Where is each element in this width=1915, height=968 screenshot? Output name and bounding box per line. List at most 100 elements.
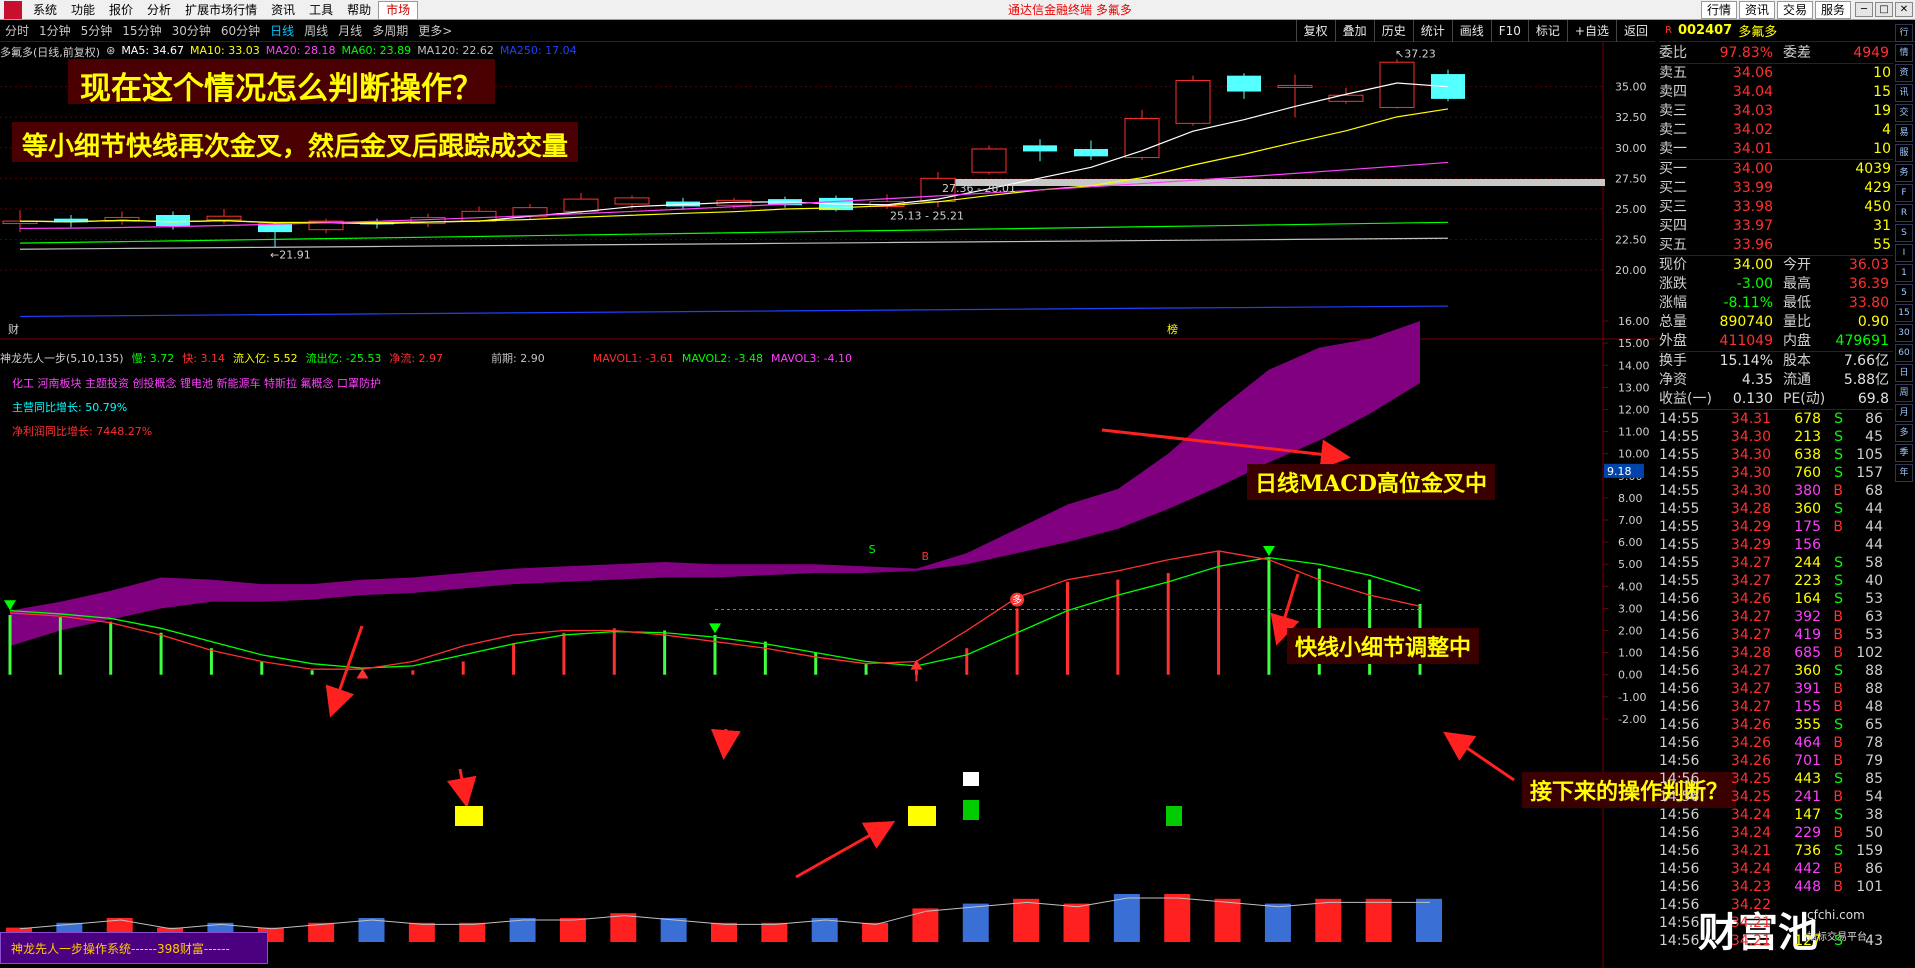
period-tab-10[interactable]: 更多> <box>413 22 457 39</box>
tick-count: 53 <box>1865 627 1883 643</box>
bids-row[interactable]: 买二 33.99 429 <box>1659 179 1893 198</box>
bids-row[interactable]: 买一 34.00 4039 <box>1659 160 1893 179</box>
tick-row: 14:56 34.22 <box>1659 896 1893 914</box>
asks-row[interactable]: 卖五 34.06 10 <box>1659 64 1893 83</box>
side-icon-7[interactable]: 务 <box>1895 164 1913 182</box>
side-icon-11[interactable]: I <box>1895 244 1913 262</box>
menu-item-6[interactable]: 工具 <box>302 0 340 20</box>
tick-side: S <box>1834 411 1843 427</box>
indicator-tab[interactable]: 神龙先人一步操作系统------398财富------ <box>0 932 268 964</box>
side-icon-21[interactable]: 季 <box>1895 444 1913 462</box>
tool-button-0[interactable]: 复权 <box>1295 20 1335 42</box>
tick-time: 14:56 <box>1659 843 1700 859</box>
period-tab-1[interactable]: 1分钟 <box>34 22 76 39</box>
tick-list[interactable]: 14:55 34.31 678 S 86 14:55 34.30 213 S 45 14:55 34.… <box>1659 410 1893 950</box>
bids-row[interactable]: 买三 33.98 450 <box>1659 198 1893 217</box>
side-icon-14[interactable]: 15 <box>1895 304 1913 322</box>
tool-button-2[interactable]: 历史 <box>1373 20 1413 42</box>
period-tab-2[interactable]: 5分钟 <box>76 22 118 39</box>
asks-row[interactable]: 卖四 34.04 15 <box>1659 83 1893 102</box>
side-icon-13[interactable]: 5 <box>1895 284 1913 302</box>
tick-volume: 156 <box>1794 537 1821 553</box>
side-icon-5[interactable]: 易 <box>1895 124 1913 142</box>
bids-volume: 31 <box>1873 218 1891 234</box>
maximize-icon[interactable]: □ <box>1875 2 1893 17</box>
ratio-value: 97.83% <box>1719 45 1773 61</box>
tool-button-5[interactable]: F10 <box>1490 20 1528 42</box>
financial-stats: 换手 15.14% 股本 7.66亿 净资 4.35 流通 5.88亿 收益(一) 0.130 PE… <box>1659 352 1893 409</box>
menu-item-5[interactable]: 资讯 <box>264 0 302 20</box>
menu-item-1[interactable]: 功能 <box>64 0 102 20</box>
menu-item-4[interactable]: 扩展市场行情 <box>178 0 264 20</box>
side-icon-15[interactable]: 30 <box>1895 324 1913 342</box>
price-tick: 27.50 <box>1615 172 1647 185</box>
period-tab-4[interactable]: 30分钟 <box>167 22 216 39</box>
menu-item-market[interactable]: 市场 <box>378 0 419 20</box>
period-tab-3[interactable]: 15分钟 <box>117 22 166 39</box>
side-icon-2[interactable]: 资 <box>1895 64 1913 82</box>
period-tab-9[interactable]: 多周期 <box>367 22 413 39</box>
header-button-1[interactable]: 资讯 <box>1738 1 1775 19</box>
stat-value: 33.80 <box>1848 295 1889 311</box>
minimize-icon[interactable]: ─ <box>1855 2 1873 17</box>
stat-value: 479691 <box>1835 333 1889 349</box>
tick-time: 14:56 <box>1659 663 1700 679</box>
bids-label: 买五 <box>1659 237 1687 253</box>
header-button-3[interactable]: 服务 <box>1814 1 1851 19</box>
asks-row[interactable]: 卖二 34.02 4 <box>1659 121 1893 140</box>
tick-time: 14:56 <box>1659 807 1700 823</box>
period-tab-5[interactable]: 60分钟 <box>216 22 265 39</box>
asks-row[interactable]: 卖一 34.01 10 <box>1659 140 1893 159</box>
tick-price: 34.27 <box>1730 663 1771 679</box>
side-icon-4[interactable]: 交 <box>1895 104 1913 122</box>
indicator-tick: 2.00 <box>1618 625 1643 638</box>
side-icon-1[interactable]: 情 <box>1895 44 1913 62</box>
period-tab-0[interactable]: 分时 <box>0 22 34 39</box>
side-icon-17[interactable]: 日 <box>1895 364 1913 382</box>
side-icon-18[interactable]: 周 <box>1895 384 1913 402</box>
side-icon-8[interactable]: F <box>1895 184 1913 202</box>
period-tab-7[interactable]: 周线 <box>299 22 333 39</box>
side-icon-10[interactable]: S <box>1895 224 1913 242</box>
tick-row: 14:55 34.28 360 S 44 <box>1659 500 1893 518</box>
side-icon-12[interactable]: 1 <box>1895 264 1913 282</box>
close-icon[interactable]: ✕ <box>1895 2 1913 17</box>
menu-item-7[interactable]: 帮助 <box>340 0 378 20</box>
indicator-tick: 4.00 <box>1618 580 1643 593</box>
asks-volume: 19 <box>1873 103 1891 119</box>
candle-body <box>1277 84 1313 88</box>
period-tab-8[interactable]: 月线 <box>333 22 367 39</box>
fin-value: 7.66亿 <box>1843 353 1889 369</box>
side-icon-6[interactable]: 服 <box>1895 144 1913 162</box>
menu-item-2[interactable]: 报价 <box>102 0 140 20</box>
tick-volume: 442 <box>1794 861 1821 877</box>
tick-volume <box>1771 914 1821 932</box>
chart-area[interactable]: 35.0032.5030.0027.5025.0022.5020.00↖37.2… <box>0 42 1655 968</box>
tick-time: 14:56 <box>1659 609 1700 625</box>
tool-button-3[interactable]: 统计 <box>1412 20 1452 42</box>
tool-button-8[interactable]: 返回 <box>1615 20 1655 42</box>
tick-count: 45 <box>1865 429 1883 445</box>
bids-row[interactable]: 买四 33.97 31 <box>1659 217 1893 236</box>
period-tab-6[interactable]: 日线 <box>265 22 299 39</box>
side-icon-0[interactable]: 行 <box>1895 24 1913 42</box>
menu-item-0[interactable]: 系统 <box>26 0 64 20</box>
tool-button-6[interactable]: 标记 <box>1527 20 1567 42</box>
side-icon-20[interactable]: 多 <box>1895 424 1913 442</box>
tool-button-4[interactable]: 画线 <box>1451 20 1491 42</box>
side-icon-22[interactable]: 年 <box>1895 464 1913 482</box>
tick-time: 14:55 <box>1659 555 1700 571</box>
side-icon-3[interactable]: 讯 <box>1895 84 1913 102</box>
volume-bar <box>358 918 385 942</box>
header-button-0[interactable]: 行情 <box>1700 1 1737 19</box>
tool-button-1[interactable]: 叠加 <box>1334 20 1374 42</box>
side-icon-9[interactable]: R <box>1895 204 1913 222</box>
tool-button-7[interactable]: +自选 <box>1566 20 1616 42</box>
side-icon-16[interactable]: 60 <box>1895 344 1913 362</box>
menu-item-3[interactable]: 分析 <box>140 0 178 20</box>
asks-row[interactable]: 卖三 34.03 19 <box>1659 102 1893 121</box>
header-button-2[interactable]: 交易 <box>1776 1 1813 19</box>
settings-icon[interactable]: ⊛ <box>106 44 115 60</box>
bids-row[interactable]: 买五 33.96 55 <box>1659 236 1893 255</box>
side-icon-19[interactable]: 月 <box>1895 404 1913 422</box>
